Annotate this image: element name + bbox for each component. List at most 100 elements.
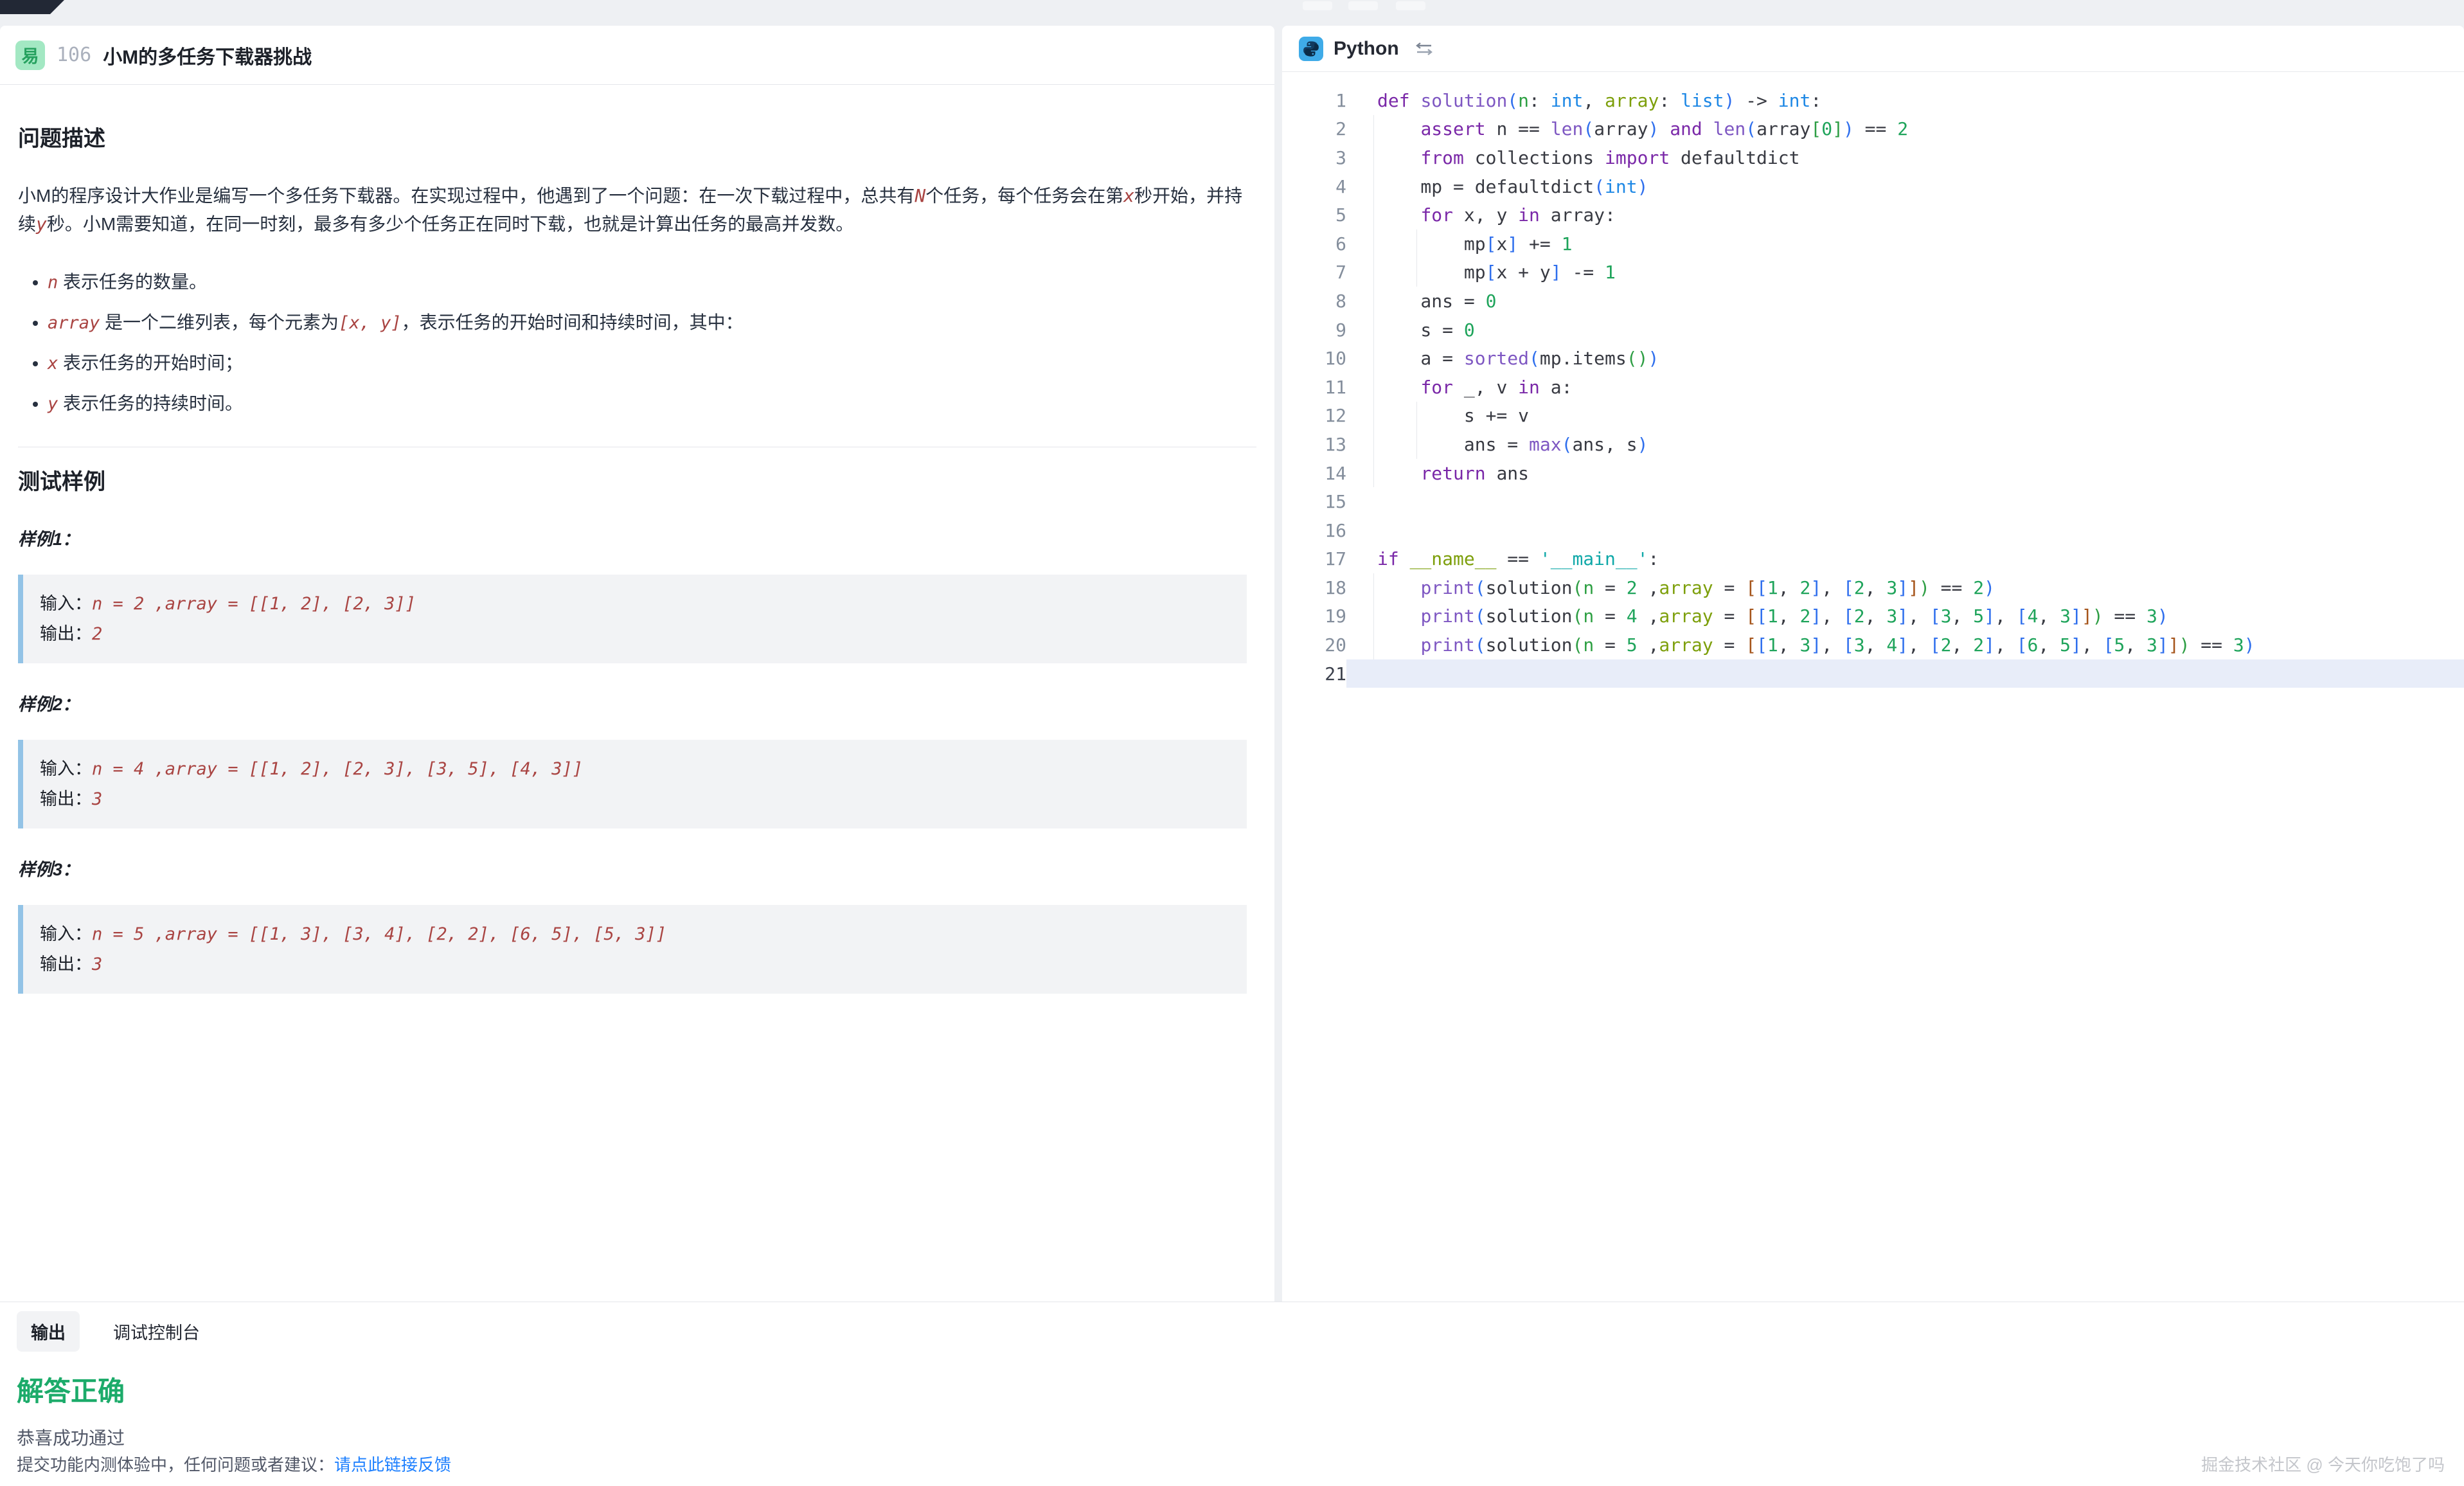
code-token: : [1529, 90, 1551, 111]
code-line[interactable]: 12 s += v [1282, 402, 2464, 431]
code-line[interactable]: 16 [1282, 516, 2464, 545]
sample-value: 2 [92, 624, 102, 644]
code-content[interactable]: mp[x] += 1 [1346, 229, 2464, 258]
code-line[interactable]: 2 assert n == len(array) and len(array[0… [1282, 115, 2464, 144]
feedback-line: 提交功能内测体验中，任何问题或者建议：请点此链接反馈 [17, 1452, 451, 1476]
code-token: : [1659, 90, 1681, 111]
code-line[interactable]: 3 from collections import defaultdict [1282, 143, 2464, 172]
code-line[interactable]: 20 print(solution(n = 5 ,array = [[1, 3]… [1282, 631, 2464, 659]
code-token: , [1821, 634, 1843, 656]
code-content[interactable]: for _, v in a: [1346, 373, 2464, 402]
code-token: ( [1572, 577, 1583, 598]
sample-line: 输出：3 [40, 949, 1230, 980]
code-line[interactable]: 9 s = 0 [1282, 316, 2464, 345]
code-token: in [1518, 377, 1540, 398]
code-line[interactable]: 10 a = sorted(mp.items()) [1282, 344, 2464, 373]
highlighted-variable: N [915, 185, 925, 206]
code-token: in [1518, 204, 1540, 226]
code-content[interactable]: return ans [1346, 459, 2464, 488]
indent-guide [1373, 201, 1374, 229]
code-token: 0 [1464, 319, 1475, 341]
tab-output[interactable]: 输出 [17, 1311, 80, 1352]
code-editor[interactable]: 1 def solution(n: int, array: list) -> in… [1282, 72, 2464, 688]
code-token [1377, 147, 1420, 168]
code-content[interactable]: ans = max(ans, s) [1346, 430, 2464, 459]
code-line[interactable]: 13 ans = max(ans, s) [1282, 430, 2464, 459]
code-token: ] [2082, 605, 2093, 627]
code-token: ( [1507, 90, 1518, 111]
language-swap-icon[interactable] [1415, 40, 1434, 57]
code-token: n == [1486, 118, 1551, 139]
code-content[interactable]: print(solution(n = 2 ,array = [[1, 2], [… [1346, 573, 2464, 602]
code-content[interactable]: if __name__ == '__main__': [1346, 545, 2464, 574]
indent-guide [1373, 143, 1374, 172]
code-content[interactable] [1346, 659, 2464, 688]
code-token: ( [1475, 577, 1486, 598]
code-line[interactable]: 17if __name__ == '__main__': [1282, 545, 2464, 574]
code-token: , [1583, 90, 1605, 111]
code-token: n [1583, 634, 1594, 656]
code-line[interactable]: 14 return ans [1282, 459, 2464, 488]
code-line[interactable]: 7 mp[x + y] -= 1 [1282, 258, 2464, 287]
code-content[interactable]: def solution(n: int, array: list) -> int… [1346, 86, 2464, 115]
code-line[interactable]: 6 mp[x] += 1 [1282, 229, 2464, 258]
code-token [1659, 118, 1670, 139]
code-token: ( [1572, 605, 1583, 627]
code-token: ans, s [1572, 434, 1637, 455]
code-content[interactable]: print(solution(n = 4 ,array = [[1, 2], [… [1346, 602, 2464, 631]
code-token: , [1821, 577, 1843, 598]
feedback-link[interactable]: 请点此链接反馈 [334, 1455, 451, 1474]
code-token: array [1594, 118, 1648, 139]
code-token: 2 [1627, 577, 1638, 598]
samples-container: 样例1：输入：n = 2 ,array = [[1, 2], [2, 3]]输出… [18, 525, 1256, 994]
code-content[interactable]: a = sorted(mp.items()) [1346, 344, 2464, 373]
code-token: 3 [2233, 634, 2244, 656]
code-line[interactable]: 4 mp = defaultdict(int) [1282, 172, 2464, 201]
code-token: ] [1832, 118, 1843, 139]
code-content[interactable]: from collections import defaultdict [1346, 143, 2464, 172]
code-content[interactable]: s = 0 [1346, 316, 2464, 345]
problem-panel: 易 106 小M的多任务下载器挑战 问题描述 小M的程序设计大作业是编写一个多任… [0, 26, 1274, 1302]
code-line[interactable]: 8 ans = 0 [1282, 287, 2464, 316]
code-line[interactable]: 15 [1282, 487, 2464, 516]
code-token: = [1594, 634, 1627, 656]
problem-title: 小M的多任务下载器挑战 [103, 41, 312, 69]
code-content[interactable]: mp = defaultdict(int) [1346, 172, 2464, 201]
code-token: [ [1745, 634, 1756, 656]
code-token: 2 [1897, 118, 1908, 139]
code-content[interactable] [1346, 516, 2464, 545]
line-number: 8 [1282, 291, 1346, 312]
code-token: ans = [1377, 291, 1486, 312]
code-token [1702, 118, 1713, 139]
tab-debug-console[interactable]: 调试控制台 [99, 1311, 214, 1352]
code-line[interactable]: 21 [1282, 659, 2464, 688]
code-content[interactable]: s += v [1346, 402, 2464, 431]
code-token: , [1995, 605, 2017, 627]
code-token: 1 [1562, 233, 1573, 255]
indent-guide [1373, 344, 1374, 373]
code-content[interactable]: assert n == len(array) and len(array[0])… [1346, 115, 2464, 144]
code-token: assert [1420, 118, 1485, 139]
code-line[interactable]: 5 for x, y in array: [1282, 201, 2464, 229]
language-label[interactable]: Python [1334, 38, 1399, 60]
indent-guide [1416, 402, 1417, 431]
sample-prefix: 输入： [40, 594, 92, 613]
code-content[interactable]: for x, y in array: [1346, 201, 2464, 229]
code-token: , [1778, 577, 1800, 598]
code-line[interactable]: 11 for _, v in a: [1282, 373, 2464, 402]
bullet-item: n 表示任务的数量。 [48, 269, 1256, 296]
problem-header: 易 106 小M的多任务下载器挑战 [0, 26, 1274, 85]
code-token: array [1659, 577, 1713, 598]
code-content[interactable]: mp[x + y] -= 1 [1346, 258, 2464, 287]
code-content[interactable]: ans = 0 [1346, 287, 2464, 316]
code-token: 4 [1886, 634, 1897, 656]
code-token: : [1810, 90, 1821, 111]
code-content[interactable]: print(solution(n = 5 ,array = [[1, 3], [… [1346, 631, 2464, 659]
code-line[interactable]: 19 print(solution(n = 4 ,array = [[1, 2]… [1282, 602, 2464, 631]
code-content[interactable] [1346, 487, 2464, 516]
code-line[interactable]: 1def solution(n: int, array: list) -> in… [1282, 86, 2464, 115]
code-token: ] [1908, 577, 1919, 598]
code-token: mp [1377, 233, 1486, 255]
code-token [1399, 548, 1410, 569]
code-line[interactable]: 18 print(solution(n = 2 ,array = [[1, 2]… [1282, 573, 2464, 602]
